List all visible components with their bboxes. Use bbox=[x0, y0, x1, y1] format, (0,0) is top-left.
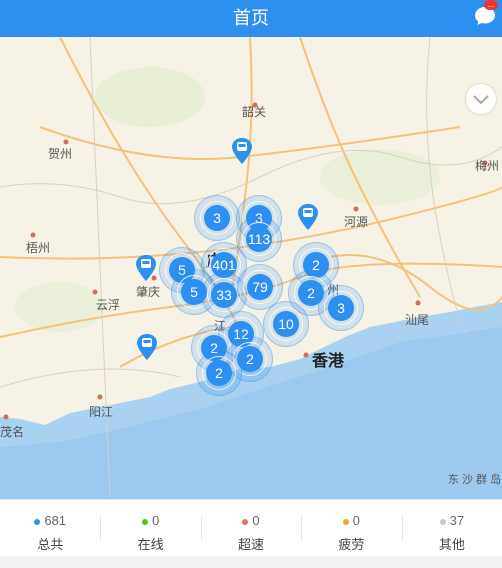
place-label: 贺州 bbox=[48, 147, 73, 161]
page-title: 首页 bbox=[233, 8, 269, 28]
status-dot bbox=[34, 518, 41, 525]
stat-count: 0 bbox=[252, 513, 260, 528]
status-dot bbox=[141, 518, 148, 525]
bus-marker-icon[interactable] bbox=[297, 203, 319, 231]
stat-speeding[interactable]: 0 超速 bbox=[200, 500, 301, 557]
stat-count: 681 bbox=[44, 513, 67, 528]
stat-total[interactable]: 681 总共 bbox=[0, 500, 100, 557]
stat-count: 37 bbox=[449, 513, 465, 528]
notification-badge: ... bbox=[484, 0, 498, 10]
place-label: 茂名 bbox=[0, 425, 25, 439]
stat-count: 0 bbox=[151, 513, 160, 528]
bus-marker-icon[interactable] bbox=[231, 137, 253, 165]
status-summary-bar: 681 总共 0 在线 0 超速 0 疲劳 37 其他 bbox=[0, 499, 502, 557]
stat-label: 总共 bbox=[37, 537, 64, 552]
place-label-dongsha: 东沙群岛 bbox=[448, 474, 502, 486]
stat-label: 其他 bbox=[438, 537, 465, 552]
place-label: 肇庆 bbox=[136, 285, 161, 299]
stat-label: 在线 bbox=[137, 537, 164, 552]
place-label: 阳江 bbox=[89, 405, 114, 419]
top-bar: 首页 ... bbox=[0, 0, 502, 37]
stat-label: 超速 bbox=[238, 537, 265, 552]
status-dot bbox=[242, 518, 249, 525]
collapse-toggle-button[interactable] bbox=[466, 84, 496, 114]
stat-label: 疲劳 bbox=[338, 537, 365, 552]
place-label: 河源 bbox=[344, 215, 369, 229]
status-dot bbox=[439, 518, 446, 525]
place-label: 韶关 bbox=[242, 105, 267, 119]
chevron-down-icon bbox=[473, 95, 489, 105]
bus-marker-icon[interactable] bbox=[136, 333, 158, 361]
place-label: 梧州 bbox=[26, 241, 51, 255]
stat-fatigue[interactable]: 0 疲劳 bbox=[301, 500, 401, 557]
map-view[interactable]: 韶关 贺州 河源 梅州 梧州 肇庆 云浮 汕尾 阳江 茂名 香港 东沙群岛 广 … bbox=[0, 37, 502, 499]
place-label-hongkong: 香港 bbox=[312, 353, 345, 370]
bus-marker-icon[interactable] bbox=[135, 254, 157, 282]
vehicle-cluster[interactable]: 2 bbox=[196, 350, 242, 396]
chat-bubble-icon[interactable]: ... bbox=[474, 0, 498, 27]
vehicle-cluster[interactable]: 3 bbox=[194, 195, 240, 241]
place-label: 梅州 bbox=[475, 159, 500, 173]
status-dot bbox=[342, 518, 349, 525]
place-label: 云浮 bbox=[96, 298, 121, 312]
place-label: 汕尾 bbox=[405, 313, 430, 327]
vehicle-cluster[interactable]: 3 bbox=[318, 285, 364, 331]
stat-online[interactable]: 0 在线 bbox=[100, 500, 200, 557]
stat-count: 0 bbox=[352, 513, 361, 528]
bottom-strip bbox=[0, 556, 502, 568]
stat-other[interactable]: 37 其他 bbox=[401, 500, 502, 557]
